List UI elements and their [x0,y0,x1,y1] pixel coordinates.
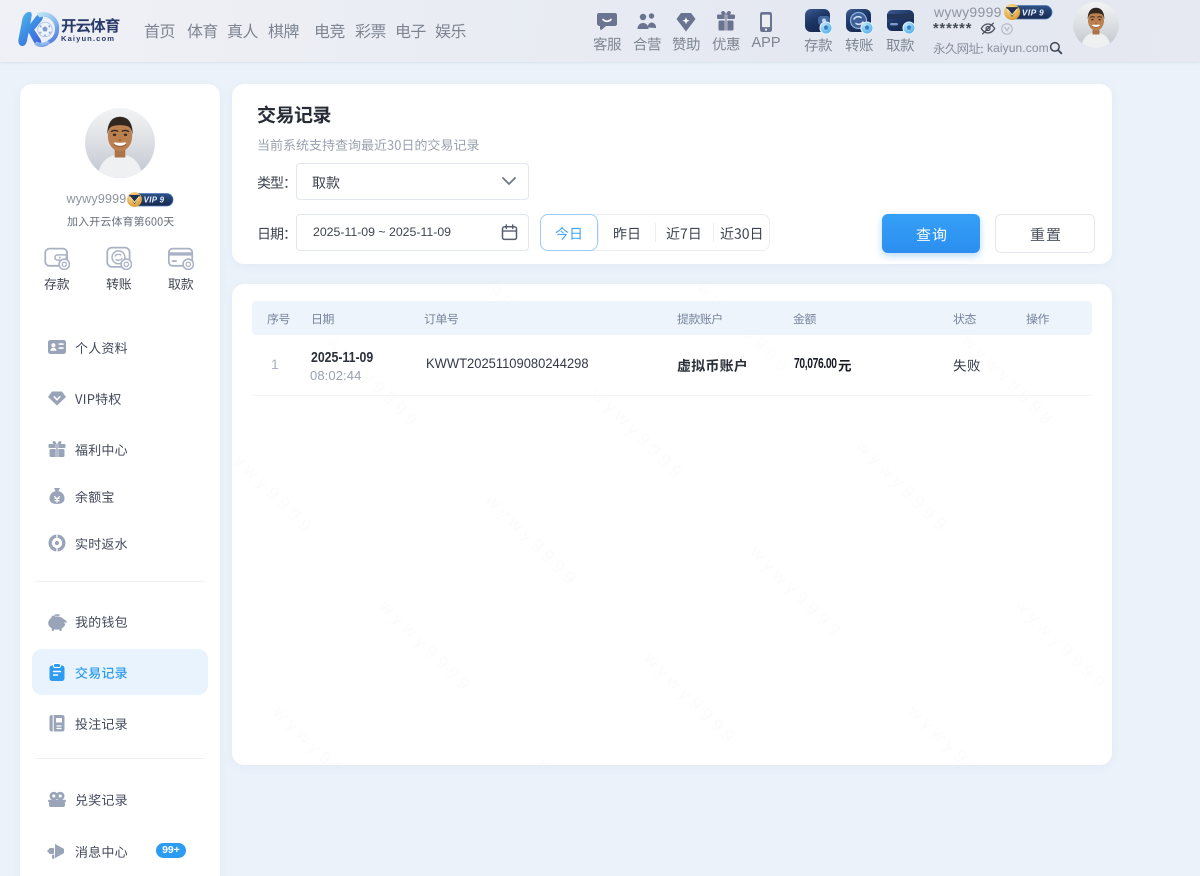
svg-text:VIP 9: VIP 9 [1022,8,1044,18]
svg-text:VIP 9: VIP 9 [143,195,164,204]
